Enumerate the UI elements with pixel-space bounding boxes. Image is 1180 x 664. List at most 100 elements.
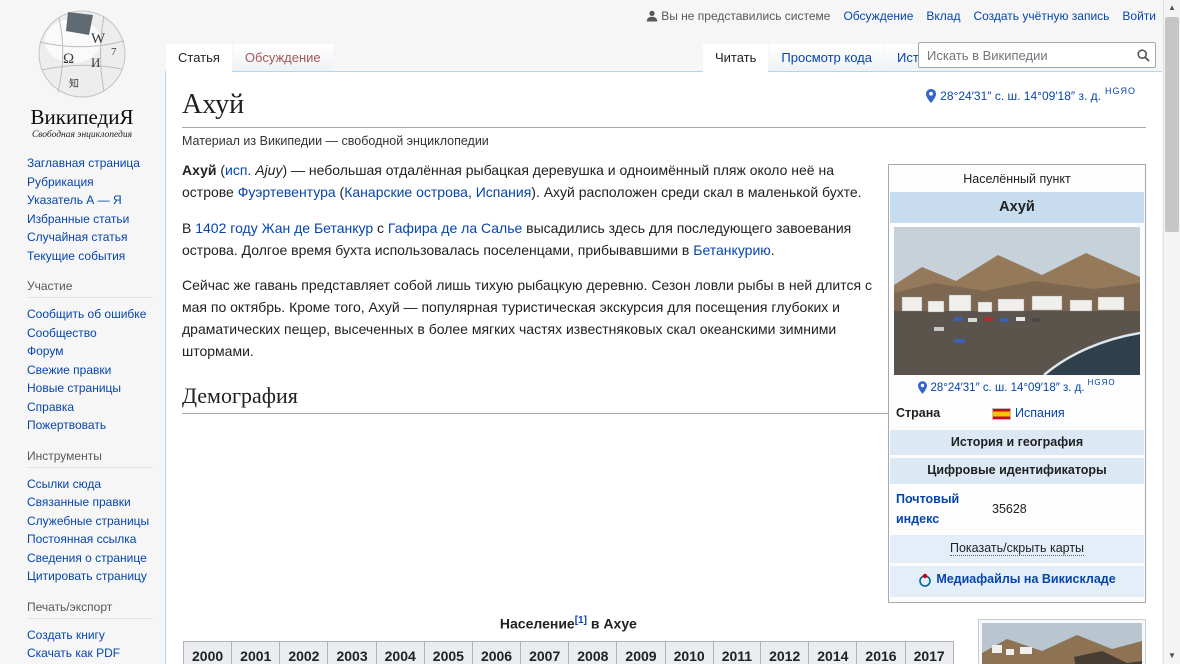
sidebar-link[interactable]: Пожертвовать bbox=[27, 418, 106, 432]
inline-link[interactable]: 1402 году bbox=[195, 220, 257, 236]
scrollbar-thumb[interactable] bbox=[1165, 17, 1179, 232]
sidebar-link[interactable]: Скачать как PDF bbox=[27, 646, 120, 660]
tab-read[interactable]: Читать bbox=[703, 44, 769, 72]
wikipedia-article-page: W Ω И 7 知 ВикипедиЯ Свободная энциклопед… bbox=[0, 0, 1180, 664]
infobox-coordinates: 28°24′31″ с. ш. 14°09′18″ з. д. HGЯO bbox=[889, 377, 1145, 401]
table-year-header: 2011 bbox=[712, 640, 762, 664]
list-item: Служебные страницы bbox=[27, 514, 164, 529]
personal-link[interactable]: Обсуждение bbox=[843, 9, 913, 23]
village-photo-image bbox=[894, 226, 1141, 376]
personal-link[interactable]: Войти bbox=[1122, 9, 1156, 23]
table-year-header: 2005 bbox=[423, 640, 473, 664]
login-status-text: Вы не представились системе bbox=[661, 9, 831, 23]
inline-link[interactable]: Бетанкурию bbox=[693, 242, 771, 258]
logo-subtitle: Свободная энциклопедия bbox=[31, 130, 133, 140]
postal-code-link[interactable]: Почтовый индекс bbox=[896, 492, 959, 526]
table-year-header: 2009 bbox=[616, 640, 666, 664]
population-table-caption: Население[1] в Ахуе bbox=[499, 615, 637, 632]
search-input[interactable] bbox=[919, 47, 1131, 63]
sidebar-link[interactable]: Форум bbox=[27, 344, 63, 358]
coordinates-link[interactable]: 28°24′31″ с. ш. 14°09′18″ з. д. bbox=[940, 89, 1101, 103]
personal-link[interactable]: Создать учётную запись bbox=[973, 9, 1109, 23]
scrollbar[interactable]: ▲ ▼ bbox=[1163, 0, 1180, 664]
inline-link[interactable]: Гафира де ла Салье bbox=[388, 220, 522, 236]
table-year-header: 2003 bbox=[327, 640, 377, 664]
list-item: Сообщество bbox=[27, 326, 164, 341]
maps-toggle-link[interactable]: Показать/скрыть карты bbox=[949, 541, 1085, 557]
sidebar-link[interactable]: Создать книгу bbox=[27, 628, 105, 642]
inline-link[interactable]: исп. bbox=[225, 162, 251, 178]
nav-section-tools: Инструменты Ссылки сюда Связанные правки С… bbox=[27, 449, 164, 584]
sidebar-link[interactable]: Связанные правки bbox=[27, 495, 131, 509]
table-year-header: 2007 bbox=[520, 640, 570, 664]
nav-section-header: Печать/экспорт bbox=[27, 600, 153, 619]
list-item: Сообщить об ошибке bbox=[27, 307, 164, 322]
sidebar-link[interactable]: Случайная статья bbox=[27, 230, 127, 244]
sidebar-link[interactable]: Свежие правки bbox=[27, 363, 111, 377]
sidebar-link[interactable]: Новые страницы bbox=[27, 381, 121, 395]
infobox-section-history[interactable]: История и география bbox=[890, 429, 1144, 456]
list-item: Ссылки сюда bbox=[27, 477, 164, 492]
sidebar-link[interactable]: Ссылки сюда bbox=[27, 477, 101, 491]
country-label: Страна bbox=[896, 406, 941, 421]
infobox-country-row: Страна Испания bbox=[889, 401, 1145, 427]
wikimedia-commons-icon bbox=[919, 573, 932, 587]
inline-link[interactable]: Испания bbox=[476, 184, 532, 200]
infobox-title: Ахуй bbox=[890, 192, 1144, 223]
scroll-up-button[interactable]: ▲ bbox=[1164, 0, 1180, 16]
scroll-down-button[interactable]: ▼ bbox=[1164, 648, 1180, 664]
sidebar-link[interactable]: Справка bbox=[27, 400, 74, 414]
table-year-header: 2016 bbox=[856, 640, 906, 664]
sidebar-link[interactable]: Сведения о странице bbox=[27, 551, 147, 565]
svg-text:И: И bbox=[91, 55, 100, 70]
sidebar-link[interactable]: Постоянная ссылка bbox=[27, 532, 136, 546]
infobox-photo[interactable] bbox=[889, 223, 1145, 377]
search-button[interactable] bbox=[1131, 48, 1155, 62]
infobox-section-identifiers[interactable]: Цифровые идентификаторы bbox=[890, 458, 1144, 484]
commons-row: Медиафайлы на Викискладе bbox=[890, 565, 1144, 598]
nav-section-header: Инструменты bbox=[27, 449, 153, 468]
table-year-header: 2006 bbox=[471, 640, 522, 664]
inline-link[interactable]: Канарские острова bbox=[344, 184, 468, 200]
article-body: Населённый пункт Ахуй 28°24′31″ с. ш. 14… bbox=[182, 160, 1146, 664]
coordinates-link[interactable]: 28°24′31″ с. ш. 14°09′18″ з. д. bbox=[930, 379, 1084, 397]
geohack-services[interactable]: HGЯO bbox=[1105, 86, 1136, 96]
list-item: Сведения о странице bbox=[27, 551, 164, 566]
maps-toggle-row: Показать/скрыть карты bbox=[890, 535, 1144, 563]
tab-article[interactable]: Статья bbox=[166, 44, 232, 72]
list-item: Избранные статьи bbox=[27, 212, 164, 227]
postal-code-value: 35628 bbox=[992, 501, 1027, 516]
list-item: Текущие события bbox=[27, 249, 164, 264]
table-year-header: 2000 bbox=[182, 640, 233, 664]
sidebar-link[interactable]: Сообщество bbox=[27, 326, 97, 340]
sidebar-link[interactable]: Заглавная страница bbox=[27, 156, 140, 170]
sidebar-link[interactable]: Указатель А — Я bbox=[27, 193, 122, 207]
tab-talk[interactable]: Обсуждение bbox=[232, 44, 333, 72]
table-year-header: 2014 bbox=[808, 640, 858, 664]
list-item: Цитировать страницу bbox=[27, 569, 164, 584]
tab-view-source[interactable]: Просмотр кода bbox=[769, 44, 884, 72]
sidebar-link[interactable]: Цитировать страницу bbox=[27, 569, 147, 583]
list-item: Рубрикация bbox=[27, 175, 164, 190]
sidebar-nav: Заглавная страница Рубрикация Указатель А … bbox=[0, 140, 164, 664]
sidebar-link[interactable]: Сообщить об ошибке bbox=[27, 307, 146, 321]
inline-link[interactable]: Фуэртевентура bbox=[238, 184, 336, 200]
wikipedia-logo[interactable]: W Ω И 7 知 ВикипедиЯ Свободная энциклопед… bbox=[0, 0, 164, 140]
sidebar-link[interactable]: Избранные статьи bbox=[27, 212, 129, 226]
nav-section-main: Заглавная страница Рубрикация Указатель А … bbox=[27, 156, 164, 263]
table-year-header: 2012 bbox=[760, 640, 810, 664]
svg-text:W: W bbox=[91, 31, 106, 47]
geohack-services[interactable]: HGЯO bbox=[1088, 377, 1116, 390]
sidebar-link[interactable]: Текущие события bbox=[27, 249, 125, 263]
sidebar-link[interactable]: Рубрикация bbox=[27, 175, 94, 189]
personal-link[interactable]: Вклад bbox=[926, 9, 960, 23]
inline-link[interactable]: [1] bbox=[575, 615, 587, 626]
beach-photo-thumbnail[interactable] bbox=[978, 619, 1146, 664]
sidebar-link[interactable]: Служебные страницы bbox=[27, 514, 149, 528]
content-area: 28°24′31″ с. ш. 14°09′18″ з. д. HGЯO Аху… bbox=[165, 71, 1162, 664]
search-bar bbox=[918, 42, 1156, 68]
country-link[interactable]: Испания bbox=[1015, 404, 1065, 424]
inline-link[interactable]: Жан де Бетанкур bbox=[262, 220, 374, 236]
commons-link[interactable]: Медиафайлы на Викискладе bbox=[918, 570, 1116, 590]
list-item: Новые страницы bbox=[27, 381, 164, 396]
